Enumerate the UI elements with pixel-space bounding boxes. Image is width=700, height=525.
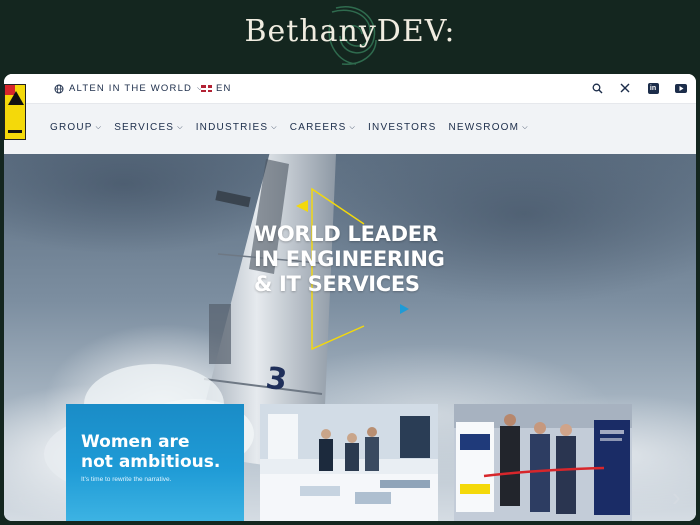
nav-item-newsroom[interactable]: NEWSROOM ⌵: [448, 122, 528, 133]
website-page: ALTEN IN THE WORLD ⌵ EN in GROUP⌵SERVICE…: [4, 74, 696, 521]
card-subtext: It's time to rewrite the narrative.: [81, 476, 172, 483]
nav-item-investors[interactable]: INVESTORS: [368, 122, 436, 133]
nav-item-industries[interactable]: INDUSTRIES ⌵: [196, 122, 278, 133]
card-headline-line-2: not ambitious.: [81, 452, 221, 472]
chevron-down-icon: ⌵: [522, 123, 529, 131]
nav-item-label: SERVICES: [114, 122, 175, 133]
channel-title: BethanyDEV:: [244, 14, 456, 49]
hero-headline: WORLD LEADER IN ENGINEERING & IT SERVICE…: [254, 222, 445, 297]
alten-logo[interactable]: [4, 84, 26, 140]
card-ribbon-cutting[interactable]: [454, 404, 632, 521]
logo-bar: [8, 130, 22, 133]
main-navigation: GROUP ⌵ SERVICES ⌵ INDUSTRIES ⌵ CAREERS ⌵ INVEST…: [4, 104, 696, 154]
x-icon[interactable]: [618, 81, 632, 95]
chevron-down-icon: ⌵: [271, 123, 278, 131]
chevron-down-icon: ⌵: [349, 123, 357, 131]
uk-flag-icon: [201, 85, 212, 92]
linkedin-icon[interactable]: in: [646, 81, 660, 95]
channel-banner: BethanyDEV:: [0, 0, 700, 74]
nav-item-label: CAREERS: [289, 122, 347, 133]
language-selector[interactable]: EN: [201, 83, 232, 94]
carousel-next-arrow[interactable]: ›: [672, 482, 688, 512]
nav-menu: GROUP ⌵ SERVICES ⌵ INDUSTRIES ⌵ CAREERS ⌵ INVEST…: [50, 122, 529, 133]
nav-item-label: GROUP: [50, 122, 93, 133]
hero-line-2: IN ENGINEERING: [254, 247, 445, 271]
card-women-not-ambitious[interactable]: Women are not ambitious. It's time to re…: [66, 404, 244, 521]
top-utility-bar: ALTEN IN THE WORLD ⌵ EN in: [4, 74, 696, 104]
logo-triangle-icon: [8, 91, 24, 105]
nav-item-group[interactable]: GROUP ⌵: [50, 122, 102, 133]
youtube-icon[interactable]: [674, 81, 688, 95]
carousel-prev-arrow[interactable]: ‹: [18, 482, 34, 512]
language-label: EN: [216, 83, 232, 94]
card-headline-line-1: Women are: [81, 432, 190, 452]
search-icon[interactable]: [590, 81, 604, 95]
utility-icons: in: [590, 81, 688, 95]
hero-line-1: WORLD LEADER: [254, 222, 438, 246]
nav-item-label: INDUSTRIES: [195, 122, 269, 133]
world-label: ALTEN IN THE WORLD: [69, 83, 193, 94]
hero-line-3: & IT SERVICES: [254, 272, 420, 296]
chevron-down-icon: ⌵: [177, 123, 184, 131]
ribbon-cutting-photo: [454, 404, 632, 521]
alten-in-the-world-selector[interactable]: ALTEN IN THE WORLD ⌵: [54, 83, 204, 94]
card-headline: Women are not ambitious.: [81, 432, 220, 472]
nav-item-careers[interactable]: CAREERS ⌵: [290, 122, 356, 133]
globe-icon: [54, 84, 64, 93]
chevron-down-icon: ⌵: [95, 123, 103, 131]
nav-item-label: INVESTORS: [368, 122, 437, 133]
card-business-meeting[interactable]: [260, 404, 438, 521]
nav-item-services[interactable]: SERVICES ⌵: [114, 122, 184, 133]
business-meeting-photo: [260, 404, 438, 521]
nav-item-label: NEWSROOM: [448, 122, 520, 133]
